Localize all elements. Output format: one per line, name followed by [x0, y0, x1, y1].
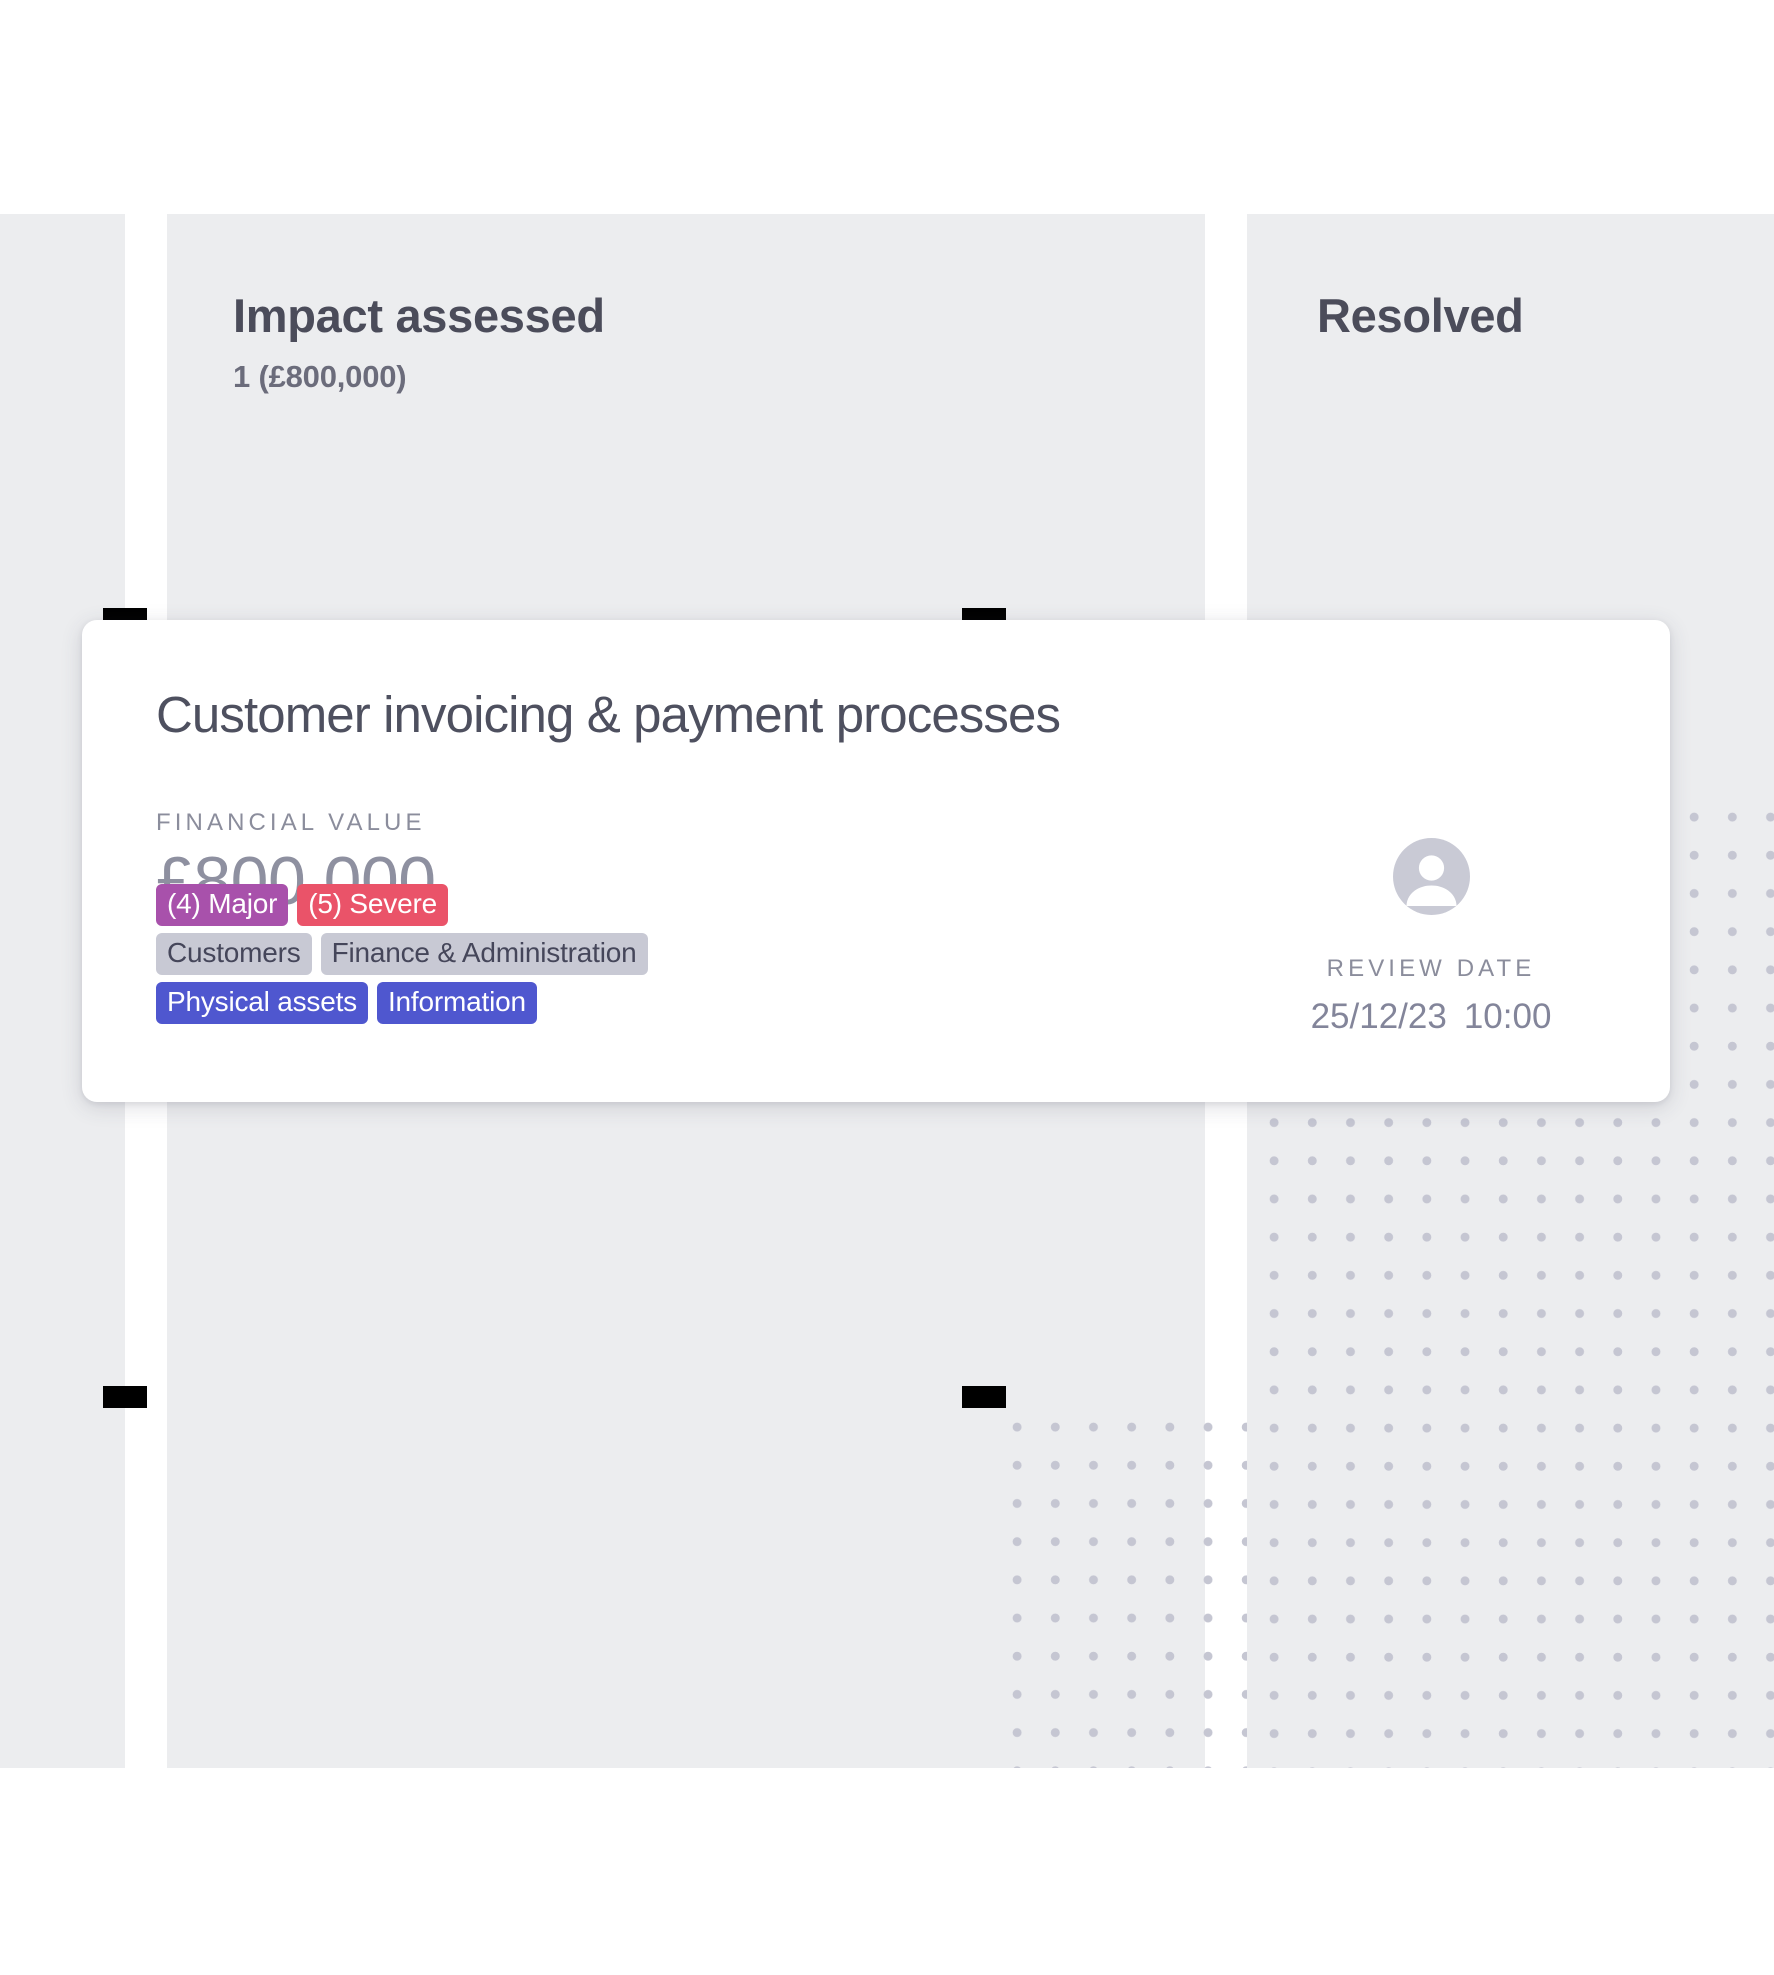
risk-card-tags: (4) Major (5) Severe Customers Finance &…	[156, 884, 648, 1031]
review-date-value: 25/12/23 10:00	[1266, 999, 1596, 1034]
tag-area-finance-administration[interactable]: Finance & Administration	[320, 933, 648, 975]
tag-area-customers[interactable]: Customers	[156, 933, 312, 975]
tag-category-physical-assets[interactable]: Physical assets	[156, 982, 368, 1024]
column-header-resolved: Resolved	[1247, 214, 1524, 339]
tag-row-categories: Physical assets Information	[156, 982, 648, 1024]
drag-marker-bottom-right[interactable]	[962, 1386, 1006, 1408]
review-date-time: 10:00	[1463, 997, 1552, 1036]
user-avatar-icon[interactable]	[1392, 838, 1470, 915]
drag-marker-bottom-left[interactable]	[103, 1386, 147, 1408]
risk-card-title: Customer invoicing & payment processes	[156, 686, 1061, 743]
financial-value-label: FINANCIAL VALUE	[156, 808, 426, 836]
review-date-label: REVIEW DATE	[1326, 955, 1536, 982]
tag-row-areas: Customers Finance & Administration	[156, 933, 648, 975]
kanban-board: Impact assessed 1 (£800,000) Resolved Cu…	[0, 0, 1774, 1975]
risk-card-meta: REVIEW DATE 25/12/23 10:00	[1266, 838, 1596, 1034]
column-title-resolved: Resolved	[1317, 289, 1524, 342]
risk-card[interactable]: Customer invoicing & payment processes F…	[82, 620, 1670, 1102]
avatar-container	[1266, 838, 1596, 915]
tag-row-impact: (4) Major (5) Severe	[156, 884, 648, 926]
tag-category-information[interactable]: Information	[376, 982, 537, 1024]
tag-severity-severe[interactable]: (5) Severe	[297, 884, 448, 926]
tag-impact-major[interactable]: (4) Major	[156, 884, 289, 926]
column-title-impact-assessed: Impact assessed	[233, 289, 605, 342]
review-date-date: 25/12/23	[1310, 997, 1447, 1036]
column-subtitle-impact-assessed: 1 (£800,000)	[233, 359, 407, 394]
column-header-impact-assessed: Impact assessed 1 (£800,000)	[167, 214, 605, 392]
